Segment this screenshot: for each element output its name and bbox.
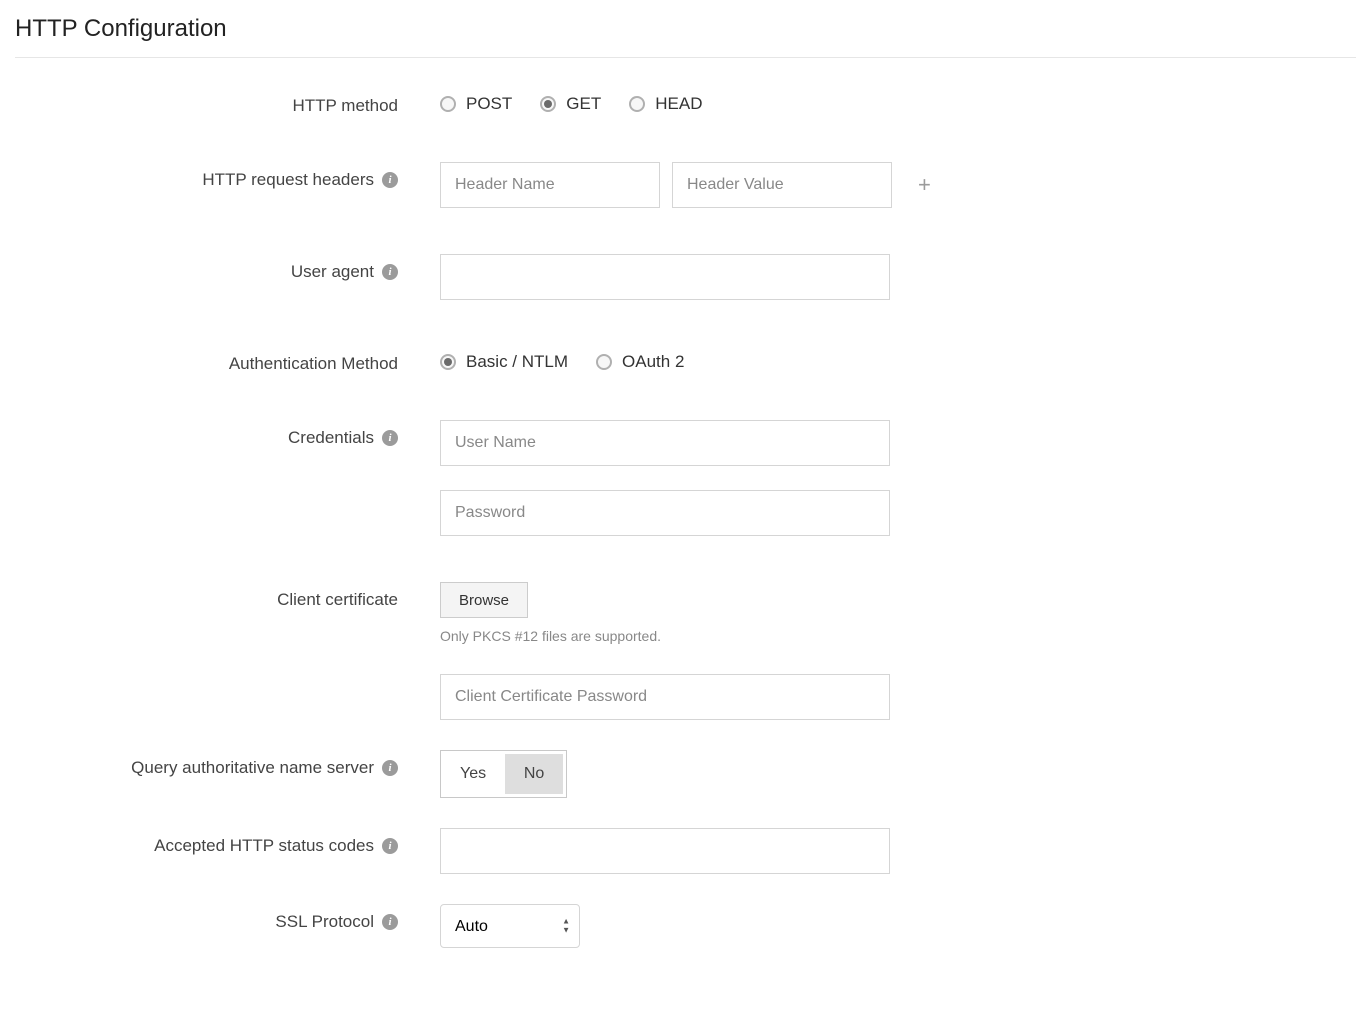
info-icon[interactable]: i xyxy=(382,264,398,280)
radio-oauth2[interactable]: OAuth 2 xyxy=(596,352,684,372)
label-user-agent: User agent xyxy=(291,262,374,282)
info-icon[interactable]: i xyxy=(382,760,398,776)
row-request-headers: HTTP request headers i + xyxy=(15,162,1356,208)
label-ssl-protocol: SSL Protocol xyxy=(275,912,374,932)
header-value-input[interactable] xyxy=(672,162,892,208)
row-client-cert-password xyxy=(15,674,1356,720)
header-inputs-row: + xyxy=(440,162,1356,208)
label-client-cert: Client certificate xyxy=(277,590,398,610)
row-client-cert: Client certificate Browse Only PKCS #12 … xyxy=(15,582,1356,644)
radio-icon xyxy=(629,96,645,112)
client-cert-hint: Only PKCS #12 files are supported. xyxy=(440,628,1356,644)
label-query-authoritative: Query authoritative name server xyxy=(131,758,374,778)
label-credentials: Credentials xyxy=(288,428,374,448)
label-http-method: HTTP method xyxy=(292,96,398,116)
radio-icon xyxy=(440,96,456,112)
password-input[interactable] xyxy=(440,490,890,536)
radio-icon xyxy=(596,354,612,370)
info-icon[interactable]: i xyxy=(382,914,398,930)
client-cert-password-input[interactable] xyxy=(440,674,890,720)
browse-button[interactable]: Browse xyxy=(440,582,528,618)
radio-label-post: POST xyxy=(466,94,512,114)
radio-label-oauth2: OAuth 2 xyxy=(622,352,684,372)
info-icon[interactable]: i xyxy=(382,430,398,446)
row-http-method: HTTP method POST GET HEAD xyxy=(15,88,1356,116)
http-method-radio-group: POST GET HEAD xyxy=(440,88,1356,114)
toggle-yes[interactable]: Yes xyxy=(444,754,502,794)
header-name-input[interactable] xyxy=(440,162,660,208)
radio-post[interactable]: POST xyxy=(440,94,512,114)
username-input[interactable] xyxy=(440,420,890,466)
auth-method-radio-group: Basic / NTLM OAuth 2 xyxy=(440,346,1356,372)
user-agent-input[interactable] xyxy=(440,254,890,300)
row-user-agent: User agent i xyxy=(15,254,1356,300)
toggle-no[interactable]: No xyxy=(505,754,563,794)
section-title: HTTP Configuration xyxy=(15,15,1356,43)
row-credentials: Credentials i xyxy=(15,420,1356,536)
radio-icon xyxy=(440,354,456,370)
ssl-protocol-select[interactable]: Auto xyxy=(440,904,580,948)
info-icon[interactable]: i xyxy=(382,838,398,854)
plus-icon[interactable]: + xyxy=(904,174,931,196)
yes-no-toggle: Yes No xyxy=(440,750,567,798)
ssl-protocol-select-wrap: Auto ▲▼ xyxy=(440,904,580,948)
radio-get[interactable]: GET xyxy=(540,94,601,114)
radio-label-basic: Basic / NTLM xyxy=(466,352,568,372)
radio-label-head: HEAD xyxy=(655,94,702,114)
label-request-headers: HTTP request headers xyxy=(202,170,374,190)
row-ssl-protocol: SSL Protocol i Auto ▲▼ xyxy=(15,904,1356,948)
accepted-status-input[interactable] xyxy=(440,828,890,874)
section-divider xyxy=(15,57,1356,58)
radio-head[interactable]: HEAD xyxy=(629,94,702,114)
info-icon[interactable]: i xyxy=(382,172,398,188)
label-auth-method: Authentication Method xyxy=(229,354,398,374)
label-accepted-status: Accepted HTTP status codes xyxy=(154,836,374,856)
row-query-authoritative: Query authoritative name server i Yes No xyxy=(15,750,1356,798)
radio-icon xyxy=(540,96,556,112)
radio-basic-ntlm[interactable]: Basic / NTLM xyxy=(440,352,568,372)
row-accepted-status: Accepted HTTP status codes i xyxy=(15,828,1356,874)
radio-label-get: GET xyxy=(566,94,601,114)
row-auth-method: Authentication Method Basic / NTLM OAuth… xyxy=(15,346,1356,374)
